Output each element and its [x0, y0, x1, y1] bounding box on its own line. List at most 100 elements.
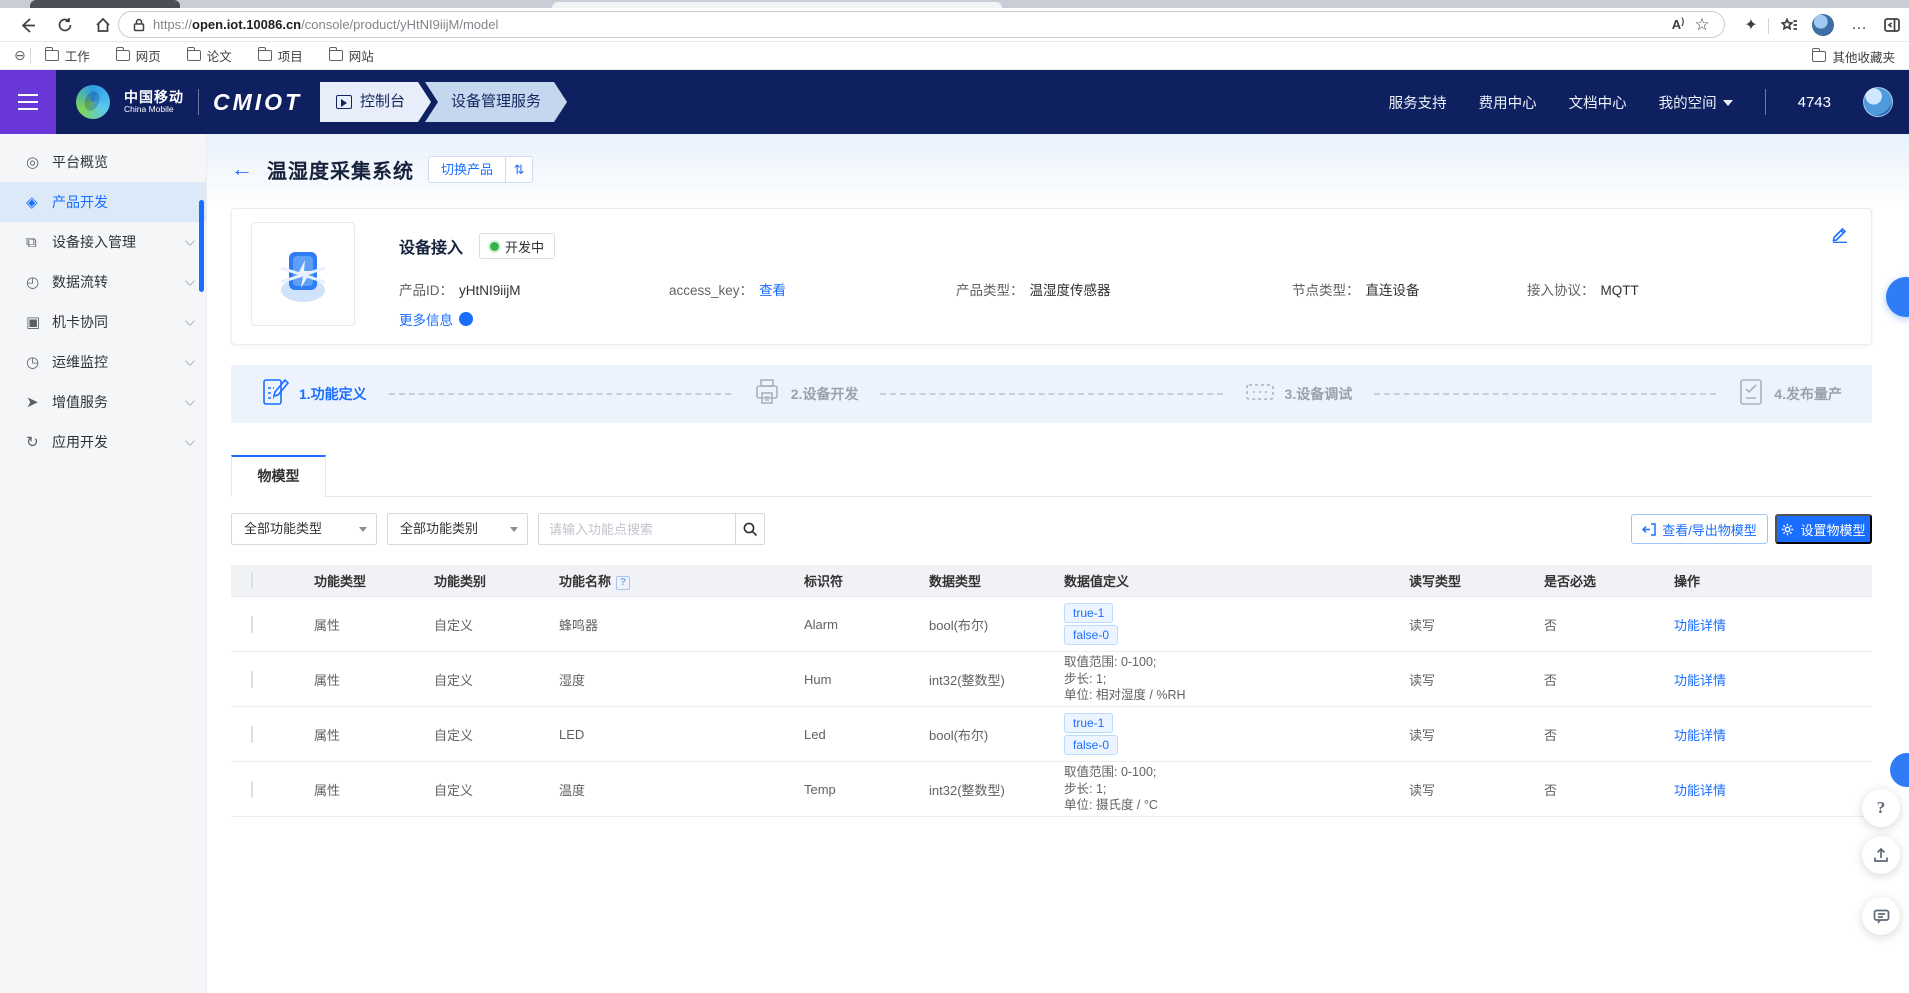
floating-service-widget[interactable]: [1890, 753, 1909, 787]
breadcrumb: 控制台设备管理服务: [320, 82, 567, 122]
breadcrumb-item[interactable]: 控制台: [320, 82, 431, 122]
sidebar-scrollbar-thumb[interactable]: [199, 200, 204, 292]
bookmark-item[interactable]: 网站: [329, 46, 374, 65]
row-checkbox[interactable]: [251, 726, 253, 743]
sidebar-item-product-development[interactable]: ◈产品开发: [0, 182, 206, 222]
row-checkbox[interactable]: [251, 616, 253, 633]
table-header-cell: 标识符: [790, 571, 915, 590]
value-service-icon: ➤: [26, 393, 52, 411]
header-checkbox-cell: [231, 573, 300, 588]
sidebar-toggle-icon[interactable]: [1879, 12, 1905, 38]
my-space-menu[interactable]: 我的空间: [1659, 92, 1733, 113]
sidebar-item-data-flow[interactable]: ◴数据流转: [0, 262, 206, 302]
other-favorites[interactable]: 其他收藏夹: [1812, 47, 1895, 66]
sidebar-item-platform-overview[interactable]: ◎平台概览: [0, 142, 206, 182]
set-model-button[interactable]: 设置物模型: [1775, 514, 1872, 544]
back-arrow-icon[interactable]: ←: [231, 158, 253, 180]
step-label: 3.设备调试: [1285, 384, 1353, 404]
select-all-checkbox[interactable]: [251, 572, 253, 589]
browser-essentials-icon[interactable]: ✦: [1738, 12, 1764, 38]
platform-overview-icon: ◎: [26, 153, 52, 171]
value-tag[interactable]: false-0: [1064, 625, 1118, 645]
header-right-nav: 服务支持 费用中心 文档中心 我的空间 4743: [1389, 70, 1893, 134]
hamburger-menu-icon[interactable]: [0, 70, 56, 134]
required-cell: 否: [1530, 780, 1660, 799]
doc-edit-icon: [261, 376, 289, 413]
home-icon[interactable]: [90, 12, 116, 38]
sidebar-item-app-development[interactable]: ↻应用开发: [0, 422, 206, 462]
data-flow-icon: ◴: [26, 273, 52, 291]
folder-icon: [1812, 51, 1826, 62]
search-button[interactable]: [735, 514, 764, 544]
browser-avatar[interactable]: [1810, 12, 1836, 38]
step-1[interactable]: 1.功能定义: [261, 376, 367, 413]
function-detail-link[interactable]: 功能详情: [1674, 783, 1726, 798]
action-cell: 功能详情: [1660, 615, 1872, 634]
message-fab[interactable]: [1862, 897, 1900, 935]
edit-pencil-icon[interactable]: [1831, 225, 1849, 248]
avatar[interactable]: [1863, 87, 1893, 117]
floating-service-widget[interactable]: [1886, 277, 1909, 317]
header-nav-link[interactable]: 服务支持: [1389, 92, 1447, 113]
function-category-select[interactable]: 全部功能类别: [387, 513, 528, 545]
switch-product-button[interactable]: 切换产品: [428, 156, 506, 183]
feedback-fab[interactable]: [1862, 836, 1900, 874]
browser-toolbar: https://open.iot.10086.cn/console/produc…: [0, 8, 1909, 42]
rw-type-cell: 读写: [1395, 670, 1530, 689]
back-icon[interactable]: [14, 12, 40, 38]
chevron-down-icon: [510, 527, 518, 536]
url-bar[interactable]: https://open.iot.10086.cn/console/produc…: [118, 11, 1725, 38]
view-key-link[interactable]: 查看: [759, 283, 786, 298]
bookmark-item[interactable]: 项目: [258, 46, 303, 65]
browser-menu-icon[interactable]: …: [1846, 12, 1872, 38]
header-nav-link[interactable]: 文档中心: [1569, 92, 1627, 113]
row-checkbox[interactable]: [251, 781, 253, 798]
refresh-icon[interactable]: [52, 12, 78, 38]
process-steps: 1.功能定义 2.设备开发 3.设备调试 4.发布量产: [231, 365, 1872, 423]
reader-mode-icon[interactable]: A): [1666, 13, 1690, 37]
sidebar-item-ops-monitor[interactable]: ◷运维监控: [0, 342, 206, 382]
bookmark-item[interactable]: 论文: [187, 46, 232, 65]
help-icon[interactable]: ?: [616, 576, 630, 590]
function-detail-link[interactable]: 功能详情: [1674, 673, 1726, 688]
function-detail-link[interactable]: 功能详情: [1674, 728, 1726, 743]
browser-tab[interactable]: [30, 0, 180, 8]
tab-thing-model[interactable]: 物模型: [231, 455, 326, 497]
search-input[interactable]: [539, 514, 735, 544]
value-tag[interactable]: false-0: [1064, 735, 1118, 755]
sidebar-item-device-access[interactable]: ⧉设备接入管理: [0, 222, 206, 262]
function-type-value: 全部功能类型: [244, 521, 322, 536]
sidebar-item-label: 产品开发: [52, 192, 192, 212]
bookmark-item[interactable]: 工作: [45, 46, 90, 65]
value-tag[interactable]: true-1: [1064, 603, 1113, 623]
folder-icon: [116, 50, 130, 61]
step-label: 2.设备开发: [791, 384, 859, 404]
favorite-star-icon[interactable]: ☆: [1690, 13, 1714, 37]
rw-type-cell: 读写: [1395, 615, 1530, 634]
reading-list-icon[interactable]: ⊖: [14, 47, 26, 64]
favorites-list-icon[interactable]: [1776, 12, 1802, 38]
bookmark-label: 项目: [278, 46, 303, 65]
step-4[interactable]: 4.发布量产: [1738, 377, 1842, 412]
chevron-down-icon: [185, 436, 195, 446]
breadcrumb-item[interactable]: 设备管理服务: [425, 82, 567, 122]
bookmark-item[interactable]: 网页: [116, 46, 161, 65]
search-icon: [742, 521, 758, 537]
swap-product-icon[interactable]: ⇅: [506, 156, 533, 183]
sidebar-item-value-service[interactable]: ➤增值服务: [0, 382, 206, 422]
credits-count[interactable]: 4743: [1798, 94, 1831, 111]
help-fab[interactable]: ?: [1862, 789, 1900, 827]
rw-type-cell: 读写: [1395, 780, 1530, 799]
sidebar: ◎平台概览◈产品开发⧉设备接入管理◴数据流转▣机卡协同◷运维监控➤增值服务↻应用…: [0, 134, 207, 993]
step-2[interactable]: 2.设备开发: [753, 377, 859, 412]
view-export-model-button[interactable]: 查看/导出物模型: [1631, 514, 1768, 544]
function-type-select[interactable]: 全部功能类型: [231, 513, 377, 545]
value-tag[interactable]: true-1: [1064, 713, 1113, 733]
function-detail-link[interactable]: 功能详情: [1674, 618, 1726, 633]
more-info-link[interactable]: 更多信息 i: [399, 309, 473, 329]
row-checkbox[interactable]: [251, 671, 253, 688]
step-3[interactable]: 3.设备调试: [1245, 379, 1353, 410]
sidebar-item-sim-collab[interactable]: ▣机卡协同: [0, 302, 206, 342]
product-field-value: yHtNI9iijM: [459, 283, 521, 298]
header-nav-link[interactable]: 费用中心: [1479, 92, 1537, 113]
